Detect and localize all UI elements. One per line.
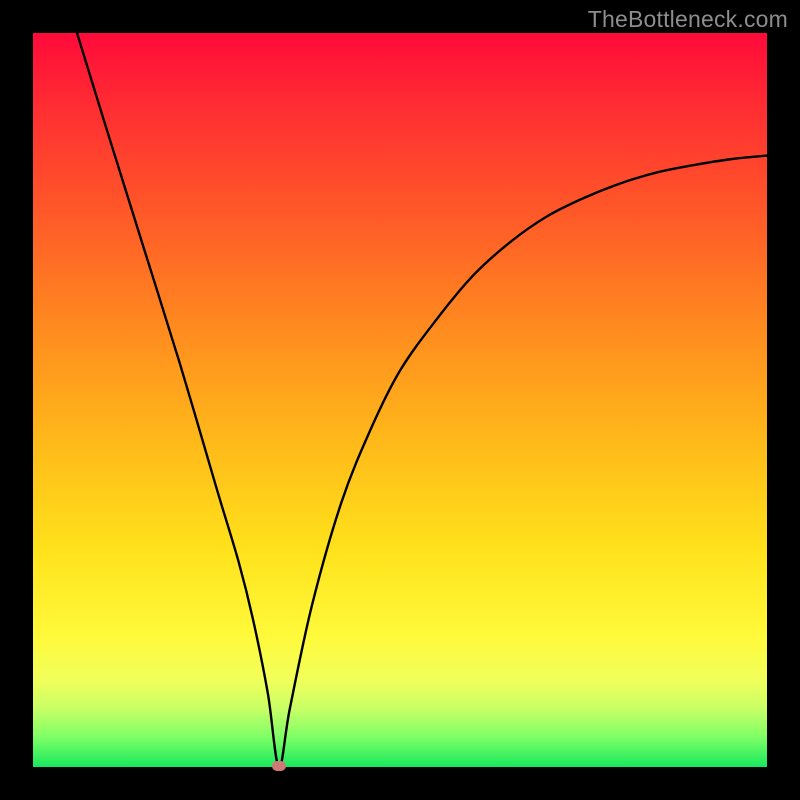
plot-area xyxy=(33,33,767,767)
bottleneck-curve xyxy=(33,33,767,767)
minimum-marker xyxy=(272,761,286,771)
watermark-text: TheBottleneck.com xyxy=(588,6,788,33)
chart-frame: TheBottleneck.com xyxy=(0,0,800,800)
